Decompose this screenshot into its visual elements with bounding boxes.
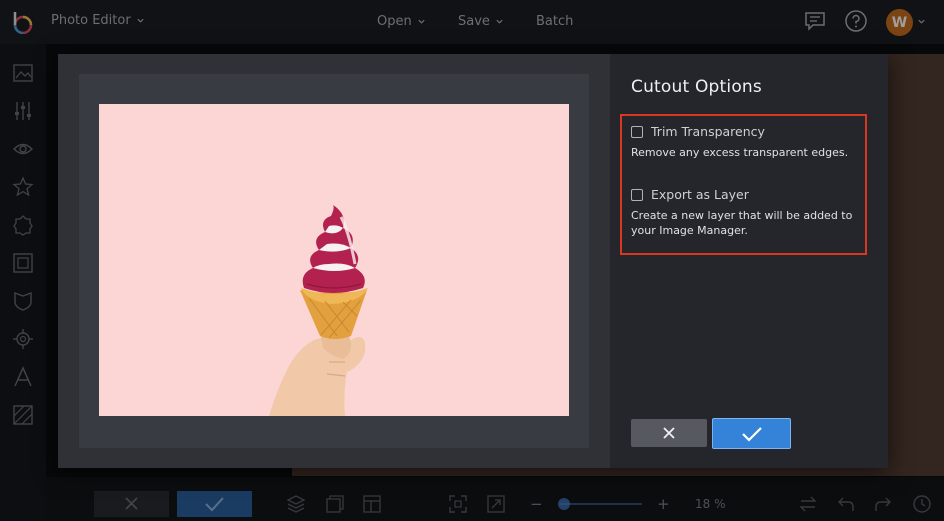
cutout-options-dialog: Cutout Options Trim Transparency Remove … [58, 54, 888, 468]
dialog-title: Cutout Options [631, 77, 762, 97]
ice-cream-cone-illustration [269, 205, 368, 416]
trim-transparency-description: Remove any excess transparent edges. [631, 146, 849, 159]
preview-frame [79, 74, 589, 448]
cancel-button[interactable] [631, 419, 707, 447]
export-as-layer-option[interactable]: Export as Layer [631, 187, 749, 202]
checkmark-icon [741, 426, 762, 442]
close-icon [663, 427, 675, 439]
apply-button[interactable] [712, 418, 791, 449]
trim-transparency-label[interactable]: Trim Transparency [651, 124, 765, 139]
export-as-layer-description: Create a new layer that will be added to… [631, 209, 853, 237]
trim-transparency-checkbox[interactable] [631, 125, 643, 138]
cutout-preview-image [99, 104, 569, 416]
export-as-layer-label[interactable]: Export as Layer [651, 187, 749, 202]
export-as-layer-checkbox[interactable] [631, 188, 643, 201]
trim-transparency-option[interactable]: Trim Transparency [631, 124, 765, 139]
cutout-options-panel: Cutout Options Trim Transparency Remove … [610, 54, 888, 468]
preview-panel [58, 54, 610, 468]
